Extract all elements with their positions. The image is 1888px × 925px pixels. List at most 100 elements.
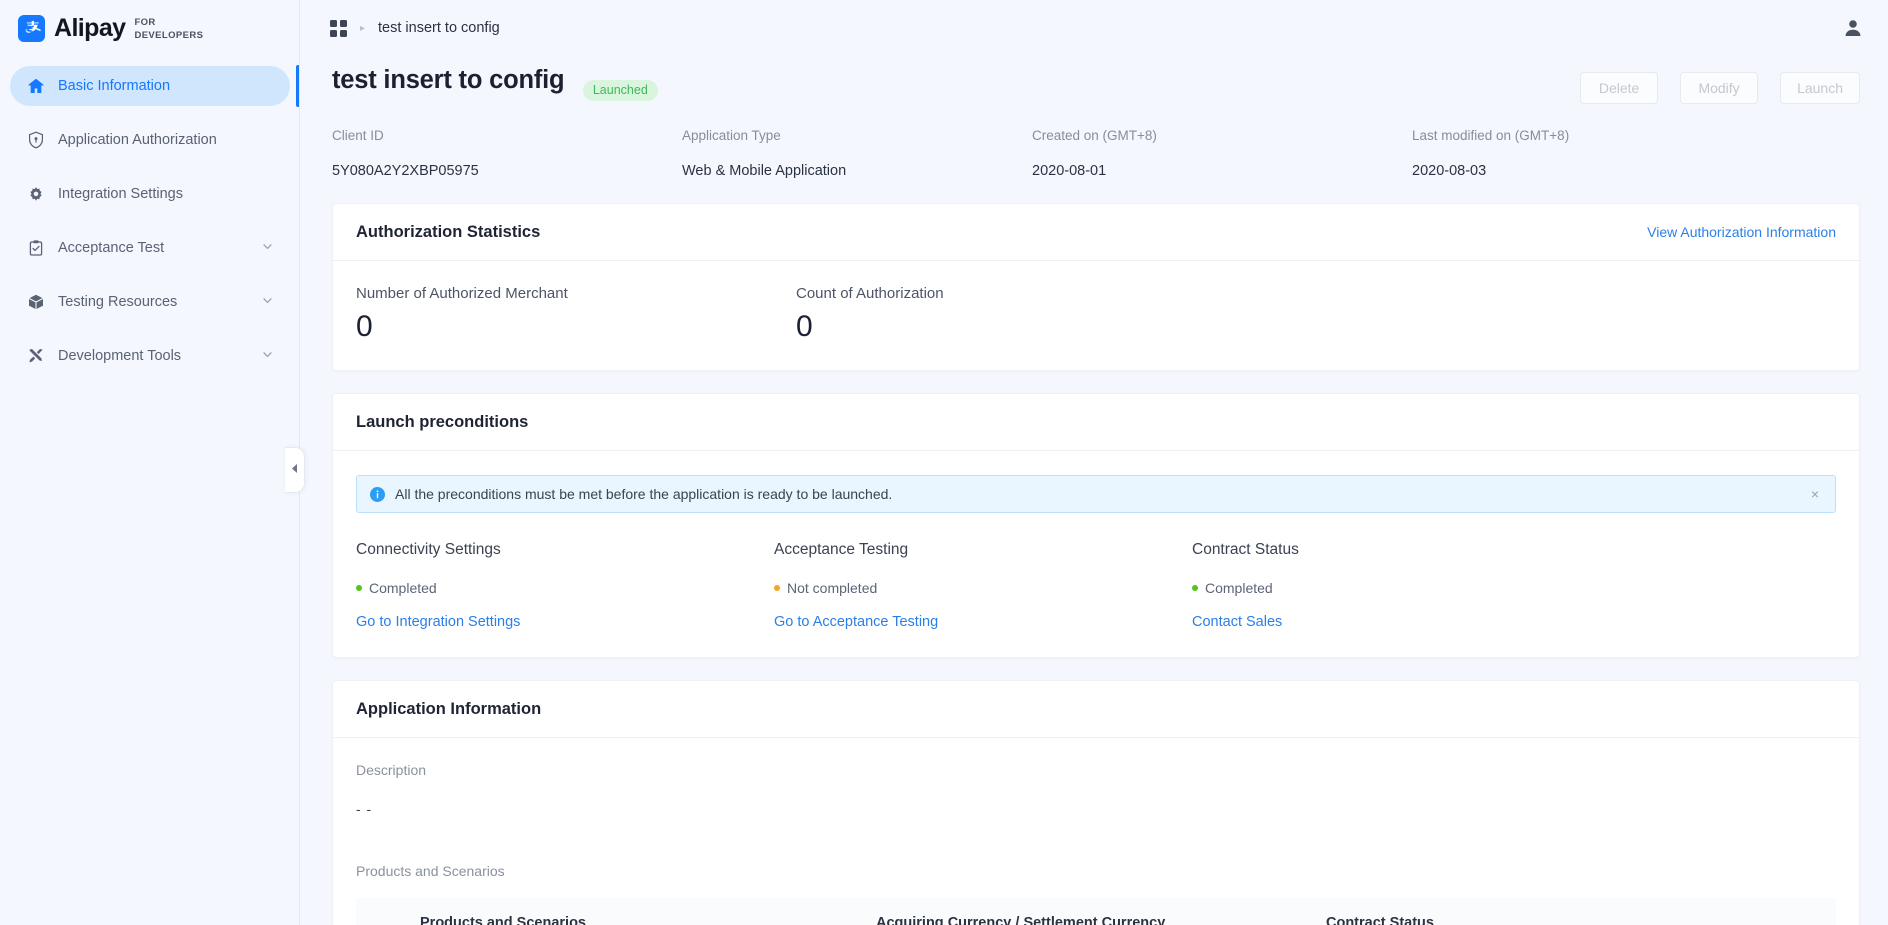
precondition-status: Completed bbox=[356, 580, 774, 596]
breadcrumb[interactable]: test insert to config bbox=[378, 20, 500, 36]
topbar: ▸ test insert to config bbox=[300, 0, 1888, 56]
sidebar-label: Acceptance Test bbox=[58, 240, 261, 256]
meta-label: Client ID bbox=[332, 128, 682, 143]
precondition-title: Acceptance Testing bbox=[774, 541, 1192, 559]
meta-client-id: Client ID 5Y080A2Y2XBP05975 bbox=[332, 128, 682, 179]
home-icon bbox=[26, 76, 46, 96]
stats-row: Number of Authorized Merchant 0 Count of… bbox=[356, 285, 1836, 344]
table-header: Products and Scenarios Acquiring Currenc… bbox=[356, 898, 1836, 925]
sidebar-label: Integration Settings bbox=[58, 186, 274, 202]
clipboard-check-icon bbox=[26, 238, 46, 258]
meta-value: Web & Mobile Application bbox=[682, 163, 1032, 179]
stat-authorized-merchant: Number of Authorized Merchant 0 bbox=[356, 285, 796, 344]
sidebar-nav: Basic Information Application Authorizat… bbox=[0, 66, 300, 376]
brand-subtitle-line1: FOR bbox=[134, 15, 203, 28]
main-content: ▸ test insert to config test insert to c… bbox=[300, 0, 1888, 925]
modify-button[interactable]: Modify bbox=[1680, 72, 1758, 104]
cube-icon bbox=[26, 292, 46, 312]
stat-value: 0 bbox=[356, 310, 796, 344]
meta-last-modified-on: Last modified on (GMT+8) 2020-08-03 bbox=[1412, 128, 1762, 179]
meta-application-type: Application Type Web & Mobile Applicatio… bbox=[682, 128, 1032, 179]
status-text: Completed bbox=[1205, 580, 1273, 596]
products-and-scenarios-label: Products and Scenarios bbox=[356, 863, 1836, 879]
status-dot-icon bbox=[1192, 585, 1198, 591]
app-meta-row: Client ID 5Y080A2Y2XBP05975 Application … bbox=[332, 128, 1860, 203]
card-body: Description - - Products and Scenarios P… bbox=[333, 738, 1859, 925]
sidebar-label: Basic Information bbox=[58, 78, 274, 94]
chevron-down-icon[interactable] bbox=[261, 294, 274, 311]
stat-label: Count of Authorization bbox=[796, 285, 1236, 302]
meta-value: 2020-08-03 bbox=[1412, 163, 1762, 179]
launch-preconditions-card: Launch preconditions All the preconditio… bbox=[332, 393, 1860, 658]
brand-logo[interactable]: Alipay FOR DEVELOPERS bbox=[0, 0, 300, 56]
breadcrumb-separator: ▸ bbox=[360, 23, 365, 34]
card-body: Number of Authorized Merchant 0 Count of… bbox=[333, 261, 1859, 370]
sidebar-label: Testing Resources bbox=[58, 294, 261, 310]
user-avatar-icon[interactable] bbox=[1840, 15, 1866, 41]
card-title: Application Information bbox=[356, 700, 541, 719]
card-header: Launch preconditions bbox=[333, 394, 1859, 451]
description-label: Description bbox=[356, 762, 1836, 778]
status-badge: Launched bbox=[583, 80, 658, 101]
meta-label: Application Type bbox=[682, 128, 1032, 143]
chevron-left-icon bbox=[290, 461, 299, 479]
contact-sales-link[interactable]: Contact Sales bbox=[1192, 614, 1282, 630]
sidebar-item-testing-resources[interactable]: Testing Resources bbox=[10, 282, 290, 322]
meta-value: 5Y080A2Y2XBP05975 bbox=[332, 163, 682, 179]
brand-subtitle-line2: DEVELOPERS bbox=[134, 28, 203, 41]
tools-icon bbox=[26, 346, 46, 366]
stat-count-of-authorization: Count of Authorization 0 bbox=[796, 285, 1236, 344]
apps-grid-icon[interactable] bbox=[330, 20, 347, 37]
brand-subtitle: FOR DEVELOPERS bbox=[134, 15, 203, 41]
close-icon[interactable]: × bbox=[1809, 486, 1821, 502]
sidebar-label: Development Tools bbox=[58, 348, 261, 364]
authorization-statistics-card: Authorization Statistics View Authorizat… bbox=[332, 203, 1860, 371]
page-actions: Delete Modify Launch bbox=[1580, 66, 1860, 104]
sidebar: Alipay FOR DEVELOPERS Basic Information … bbox=[0, 0, 300, 925]
sidebar-item-integration-settings[interactable]: Integration Settings bbox=[10, 174, 290, 214]
delete-button[interactable]: Delete bbox=[1580, 72, 1658, 104]
table-header-row: Products and Scenarios Acquiring Currenc… bbox=[356, 898, 1836, 925]
precondition-title: Connectivity Settings bbox=[356, 541, 774, 559]
alert-text: All the preconditions must be met before… bbox=[395, 486, 1809, 502]
preconditions-columns: Connectivity Settings Completed Go to In… bbox=[356, 541, 1836, 631]
go-to-acceptance-testing-link[interactable]: Go to Acceptance Testing bbox=[774, 614, 938, 630]
stat-label: Number of Authorized Merchant bbox=[356, 285, 796, 302]
view-authorization-information-link[interactable]: View Authorization Information bbox=[1647, 224, 1836, 240]
column-header-acquiring-settlement-currency: Acquiring Currency / Settlement Currency bbox=[876, 898, 1326, 925]
sidebar-item-application-authorization[interactable]: Application Authorization bbox=[10, 120, 290, 160]
application-information-card: Application Information Description - - … bbox=[332, 680, 1860, 925]
brand-name: Alipay bbox=[54, 14, 125, 43]
page-content: test insert to config Launched Delete Mo… bbox=[300, 56, 1888, 925]
meta-created-on: Created on (GMT+8) 2020-08-01 bbox=[1032, 128, 1412, 179]
card-title: Authorization Statistics bbox=[356, 223, 540, 242]
card-title: Launch preconditions bbox=[356, 413, 528, 432]
go-to-integration-settings-link[interactable]: Go to Integration Settings bbox=[356, 614, 520, 630]
precondition-title: Contract Status bbox=[1192, 541, 1299, 559]
card-header: Authorization Statistics View Authorizat… bbox=[333, 204, 1859, 261]
precondition-contract-status: Contract Status Completed Contact Sales bbox=[1192, 541, 1299, 631]
column-header-contract-status: Contract Status bbox=[1326, 898, 1836, 925]
shield-icon bbox=[26, 130, 46, 150]
status-text: Completed bbox=[369, 580, 437, 596]
status-text: Not completed bbox=[787, 580, 877, 596]
card-header: Application Information bbox=[333, 681, 1859, 738]
meta-label: Created on (GMT+8) bbox=[1032, 128, 1412, 143]
sidebar-item-acceptance-test[interactable]: Acceptance Test bbox=[10, 228, 290, 268]
precondition-status: Not completed bbox=[774, 580, 1192, 596]
description-value: - - bbox=[356, 801, 1836, 817]
meta-label: Last modified on (GMT+8) bbox=[1412, 128, 1762, 143]
gear-icon bbox=[26, 184, 46, 204]
sidebar-item-development-tools[interactable]: Development Tools bbox=[10, 336, 290, 376]
column-header-products-and-scenarios: Products and Scenarios bbox=[356, 898, 876, 925]
collapse-sidebar-handle[interactable] bbox=[285, 447, 305, 493]
sidebar-item-basic-information[interactable]: Basic Information bbox=[10, 66, 290, 106]
chevron-down-icon[interactable] bbox=[261, 240, 274, 257]
preconditions-alert: All the preconditions must be met before… bbox=[356, 475, 1836, 513]
page-title: test insert to config bbox=[332, 66, 564, 94]
products-and-scenarios-table: Products and Scenarios Acquiring Currenc… bbox=[356, 898, 1836, 925]
chevron-down-icon[interactable] bbox=[261, 348, 274, 365]
alipay-logo-icon bbox=[18, 15, 45, 42]
precondition-status: Completed bbox=[1192, 580, 1299, 596]
launch-button[interactable]: Launch bbox=[1780, 72, 1860, 104]
